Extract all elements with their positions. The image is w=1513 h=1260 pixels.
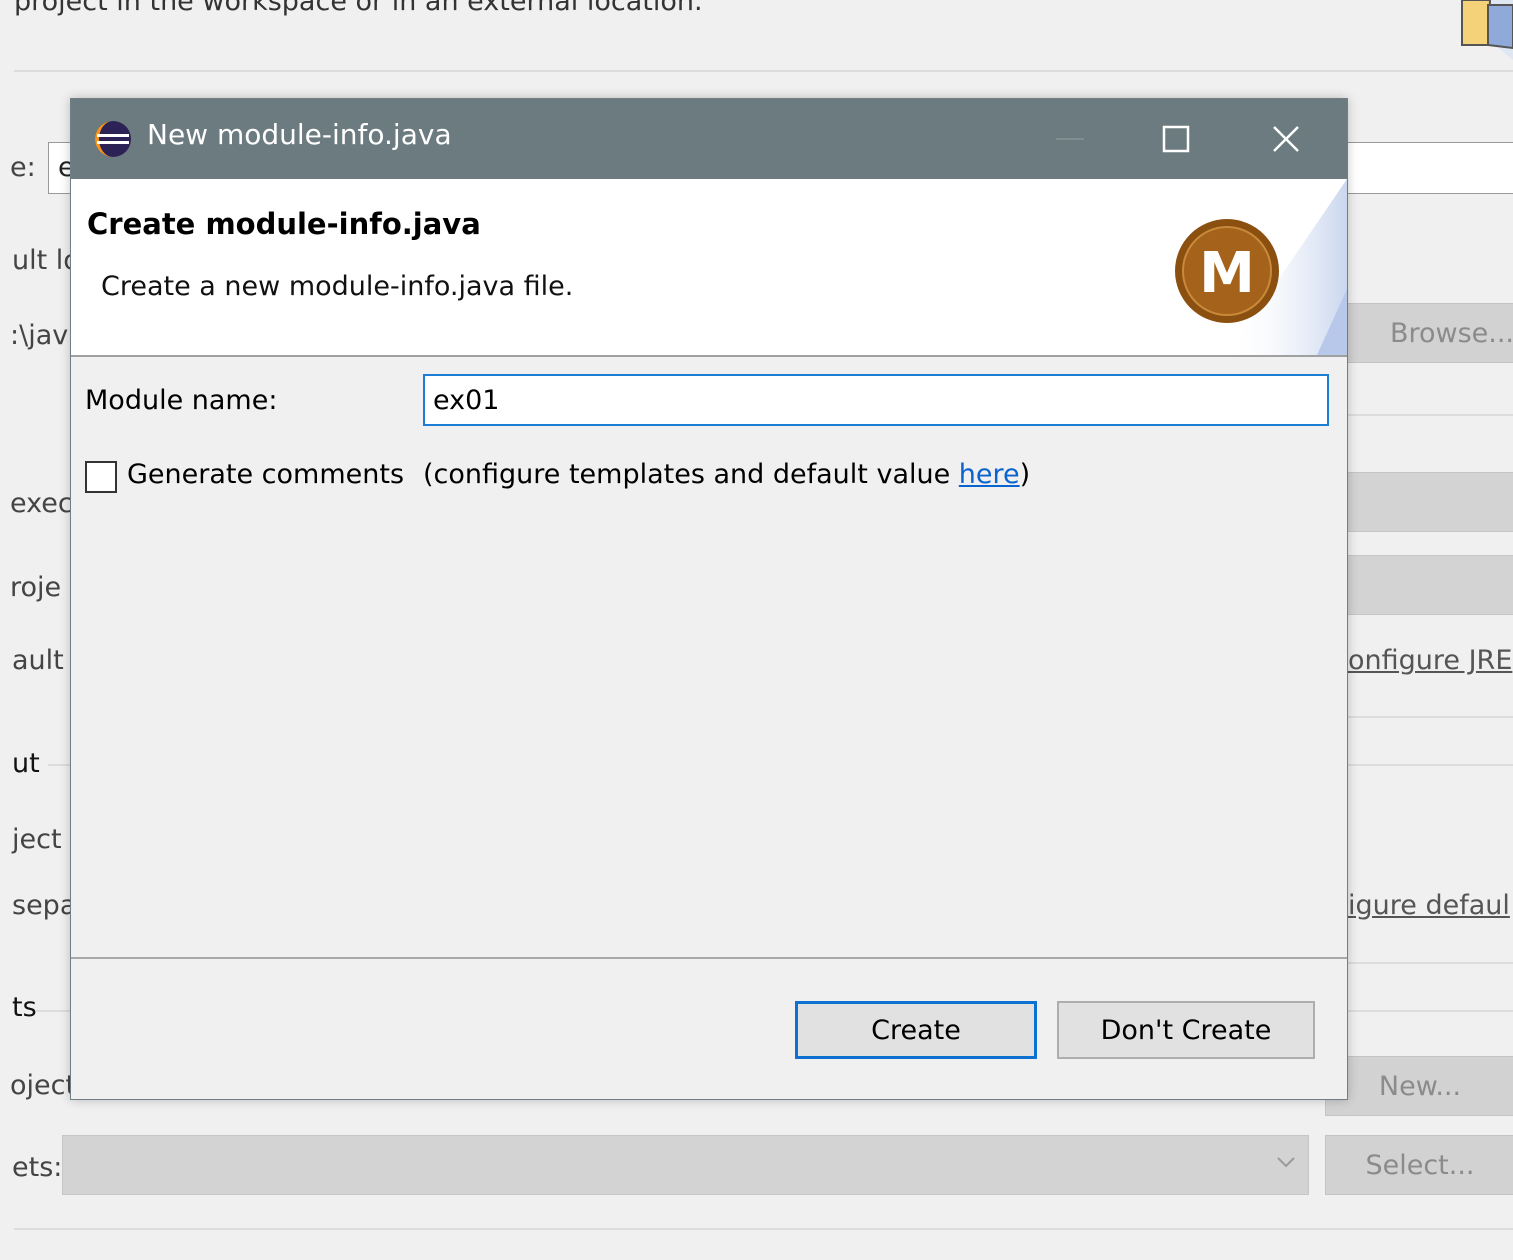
- execution-env-label: exec: [10, 488, 73, 519]
- separator: [48, 764, 70, 766]
- hint-suffix: ): [1019, 459, 1031, 490]
- new-module-info-dialog: New module-info.java Create module-info.…: [70, 98, 1348, 1100]
- separator: [1345, 962, 1513, 964]
- select-working-set-button[interactable]: Select...: [1325, 1135, 1513, 1195]
- separator: [14, 70, 1513, 72]
- default-jre-label: ault: [12, 645, 64, 676]
- generate-comments-label: Generate comments: [127, 459, 405, 490]
- execution-env-select[interactable]: [1345, 472, 1513, 532]
- close-button[interactable]: [1231, 99, 1341, 179]
- add-project-label: oject: [10, 1070, 77, 1101]
- project-name-input-right[interactable]: [1345, 142, 1513, 194]
- separator: [14, 1228, 1513, 1230]
- button-bar-separator: [71, 957, 1347, 959]
- dialog-title: New module-info.java: [147, 118, 452, 151]
- working-sets-group-label: ts: [12, 992, 37, 1023]
- dialog-titlebar[interactable]: New module-info.java: [71, 99, 1347, 179]
- module-logo-icon: M: [1175, 179, 1347, 355]
- separator: [1345, 1010, 1513, 1012]
- wizard-description: project in the workspace or in an extern…: [14, 0, 703, 17]
- browse-button[interactable]: Browse...: [1345, 303, 1513, 363]
- dialog-banner: Create module-info.java Create a new mod…: [71, 179, 1347, 357]
- configure-default-link[interactable]: igure defaul: [1348, 890, 1510, 921]
- project-layout-group-label: ut: [12, 748, 40, 779]
- module-name-label: Module name:: [85, 385, 278, 416]
- dont-create-button[interactable]: Don't Create: [1057, 1001, 1315, 1059]
- working-sets-label: ets:: [12, 1152, 63, 1183]
- project-specific-select[interactable]: [1345, 555, 1513, 615]
- new-working-set-button[interactable]: New...: [1325, 1056, 1513, 1116]
- configure-templates-hint: (configure templates and default value h…: [423, 459, 1030, 490]
- chevron-down-icon: [1277, 1157, 1295, 1168]
- module-name-input[interactable]: [423, 374, 1329, 426]
- maximize-button[interactable]: [1121, 99, 1231, 179]
- use-project-folder-label: ject: [12, 824, 62, 855]
- create-button[interactable]: Create: [795, 1001, 1037, 1059]
- separator: [1345, 764, 1513, 766]
- separate-folders-label: sepa: [12, 890, 77, 921]
- eclipse-icon: [95, 121, 131, 157]
- separator: [1345, 716, 1513, 718]
- close-icon: [1273, 126, 1299, 152]
- wizard-banner-graphic: [1461, 0, 1513, 60]
- working-sets-select[interactable]: [62, 1135, 1309, 1195]
- separator: [36, 1010, 70, 1012]
- banner-title: Create module-info.java: [87, 207, 481, 241]
- here-link[interactable]: here: [959, 459, 1020, 490]
- generate-comments-checkbox[interactable]: [85, 461, 117, 493]
- location-value: :\jav: [10, 320, 69, 351]
- minimize-icon: [1056, 138, 1084, 140]
- configure-jre-link[interactable]: onfigure JRE: [1348, 645, 1512, 676]
- banner-description: Create a new module-info.java file.: [101, 271, 574, 302]
- hint-prefix: (configure templates and default value: [423, 459, 959, 490]
- maximize-icon: [1162, 125, 1190, 153]
- project-specific-label: roje: [10, 572, 62, 603]
- module-logo-letter: M: [1199, 241, 1255, 306]
- minimize-button[interactable]: [1015, 99, 1125, 179]
- separator: [1345, 414, 1513, 416]
- project-name-label: e:: [10, 152, 36, 183]
